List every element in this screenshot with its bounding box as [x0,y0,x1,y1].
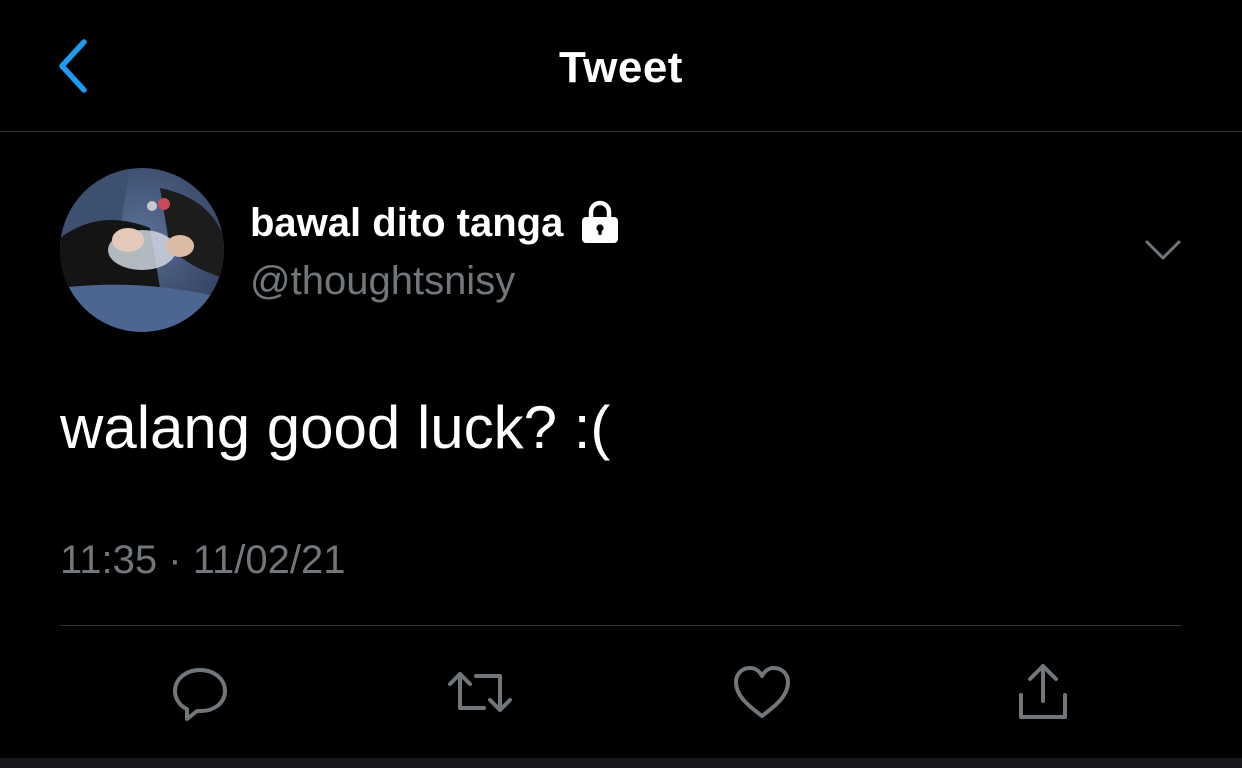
share-button[interactable] [1007,656,1079,728]
tweet-time: 11:35 [60,538,158,582]
reply-icon [173,668,227,721]
avatar-photo [60,168,224,332]
share-icon [1019,664,1067,719]
more-options-button[interactable] [1138,228,1188,272]
tweet-date: 11/02/21 [192,538,346,582]
navigation-bar: Tweet [0,0,1242,132]
retweet-button[interactable] [444,656,516,728]
author-name[interactable]: bawal dito tanga [250,196,623,250]
like-button[interactable] [726,656,798,728]
reply-button[interactable] [164,656,236,728]
heart-icon [734,666,790,718]
meta-separator: · [168,538,182,582]
page-title: Tweet [559,43,683,92]
lock-icon [582,200,619,243]
chevron-down-icon [1145,240,1181,260]
bottom-edge [0,758,1242,768]
author-display-name: bawal dito tanga [250,201,564,245]
retweet-icon [448,672,512,712]
divider [60,625,1182,626]
tweet-text: walang good luck? :( [60,394,611,461]
author-handle[interactable]: @thoughtsnisy [250,254,515,308]
avatar[interactable] [60,168,224,332]
tweet-timestamp: 11:35 · 11/02/21 [60,532,345,588]
